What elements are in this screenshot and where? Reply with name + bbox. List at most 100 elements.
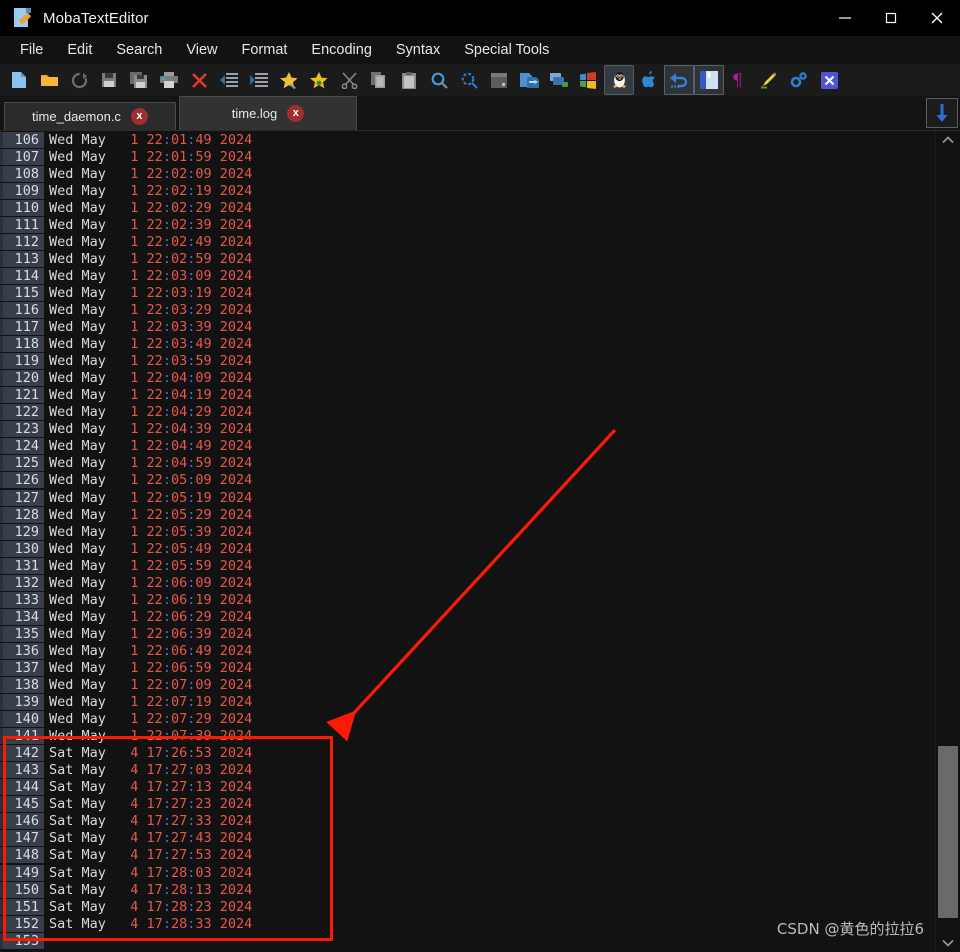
linux-icon[interactable] [604,65,634,95]
line-number: 112 [0,233,44,250]
code-line[interactable]: 139 Wed May 1 22:07:19 2024 [0,694,936,711]
bookmark-add-icon[interactable] [274,65,304,95]
vertical-scrollbar[interactable] [935,131,960,952]
code-line[interactable]: 106 Wed May 1 22:01:49 2024 [0,131,936,148]
transfer-icon[interactable] [514,65,544,95]
code-line[interactable]: 137 Wed May 1 22:06:59 2024 [0,659,936,676]
code-line[interactable]: 115 Wed May 1 22:03:19 2024 [0,284,936,301]
code-line[interactable]: 144 Sat May 4 17:27:13 2024 [0,779,936,796]
copy-icon[interactable] [364,65,394,95]
tab-close-icon[interactable]: x [287,105,305,122]
code-line[interactable]: 147 Sat May 4 17:27:43 2024 [0,830,936,847]
print-icon[interactable] [154,65,184,95]
server-icon[interactable] [484,65,514,95]
tab-time-daemon-c[interactable]: time_daemon.c x [4,102,176,130]
line-content: Wed May 1 22:06:29 2024 [49,608,253,625]
code-line[interactable]: 109 Wed May 1 22:02:19 2024 [0,182,936,199]
indent-icon[interactable] [244,65,274,95]
code-line[interactable]: 149 Sat May 4 17:28:03 2024 [0,864,936,881]
replace-icon[interactable] [454,65,484,95]
code-line[interactable]: 146 Sat May 4 17:27:33 2024 [0,813,936,830]
save-all-icon[interactable] [124,65,154,95]
code-line[interactable]: 130 Wed May 1 22:05:49 2024 [0,540,936,557]
code-line[interactable]: 113 Wed May 1 22:02:59 2024 [0,250,936,267]
code-line[interactable]: 136 Wed May 1 22:06:49 2024 [0,642,936,659]
settings-icon[interactable] [784,65,814,95]
code-line[interactable]: 120 Wed May 1 22:04:09 2024 [0,370,936,387]
code-line[interactable]: 134 Wed May 1 22:06:29 2024 [0,608,936,625]
close-icon[interactable] [914,0,960,36]
save-icon[interactable] [94,65,124,95]
menu-item-special-tools[interactable]: Special Tools [452,39,561,61]
menu-item-file[interactable]: File [8,39,55,61]
code-line[interactable]: 133 Wed May 1 22:06:19 2024 [0,591,936,608]
code-line[interactable]: 143 Sat May 4 17:27:03 2024 [0,762,936,779]
code-line[interactable]: 148 Sat May 4 17:27:53 2024 [0,847,936,864]
code-line[interactable]: 131 Wed May 1 22:05:59 2024 [0,557,936,574]
menu-item-syntax[interactable]: Syntax [384,39,452,61]
code-line[interactable]: 141 Wed May 1 22:07:39 2024 [0,728,936,745]
code-line[interactable]: 124 Wed May 1 22:04:49 2024 [0,438,936,455]
code-line[interactable]: 138 Wed May 1 22:07:09 2024 [0,677,936,694]
reload-icon[interactable] [64,65,94,95]
chevron-up-icon[interactable] [936,131,960,149]
line-content: Wed May 1 22:07:29 2024 [49,711,253,728]
code-lines[interactable]: 106 Wed May 1 22:01:49 2024 107 Wed May 1 2… [0,131,936,952]
open-folder-icon[interactable] [34,65,64,95]
code-line[interactable]: 125 Wed May 1 22:04:59 2024 [0,455,936,472]
code-line[interactable]: 111 Wed May 1 22:02:39 2024 [0,216,936,233]
new-file-icon[interactable] [4,65,34,95]
close-file-icon[interactable] [184,65,214,95]
menu-item-search[interactable]: Search [104,39,174,61]
find-icon[interactable] [424,65,454,95]
code-line[interactable]: 107 Wed May 1 22:01:59 2024 [0,148,936,165]
line-content: Wed May 1 22:03:49 2024 [49,336,253,353]
highlighter-icon[interactable] [754,65,784,95]
undo-icon[interactable] [664,65,694,95]
code-line[interactable]: 126 Wed May 1 22:05:09 2024 [0,472,936,489]
scrollbar-thumb[interactable] [938,745,958,919]
code-line[interactable]: 128 Wed May 1 22:05:29 2024 [0,506,936,523]
code-line[interactable]: 135 Wed May 1 22:06:39 2024 [0,625,936,642]
outdent-icon[interactable] [214,65,244,95]
remote-icon[interactable] [544,65,574,95]
code-line[interactable]: 112 Wed May 1 22:02:49 2024 [0,233,936,250]
exit-icon[interactable] [814,65,844,95]
code-line[interactable]: 118 Wed May 1 22:03:49 2024 [0,336,936,353]
tab-time-log[interactable]: time.log x [179,96,357,130]
tab-close-icon[interactable]: x [130,108,148,125]
code-line[interactable]: 110 Wed May 1 22:02:29 2024 [0,199,936,216]
menu-item-format[interactable]: Format [230,39,300,61]
code-line[interactable]: 117 Wed May 1 22:03:39 2024 [0,319,936,336]
windows-icon[interactable] [574,65,604,95]
bookmark-icon[interactable] [304,65,334,95]
code-line[interactable]: 151 Sat May 4 17:28:23 2024 [0,898,936,915]
apple-icon[interactable] [634,65,664,95]
menu-item-edit[interactable]: Edit [55,39,104,61]
scroll-down-icon[interactable] [926,98,958,128]
code-line[interactable]: 122 Wed May 1 22:04:29 2024 [0,404,936,421]
code-line[interactable]: 129 Wed May 1 22:05:39 2024 [0,523,936,540]
menu-item-view[interactable]: View [174,39,229,61]
panel-icon[interactable] [694,65,724,95]
code-line[interactable]: 114 Wed May 1 22:03:09 2024 [0,267,936,284]
code-line[interactable]: 150 Sat May 4 17:28:13 2024 [0,881,936,898]
maximize-icon[interactable] [868,0,914,36]
chevron-down-icon[interactable] [936,934,960,952]
code-line[interactable]: 108 Wed May 1 22:02:09 2024 [0,165,936,182]
code-line[interactable]: 123 Wed May 1 22:04:39 2024 [0,421,936,438]
code-line[interactable]: 142 Sat May 4 17:26:53 2024 [0,745,936,762]
minimize-icon[interactable] [822,0,868,36]
code-line[interactable]: 145 Sat May 4 17:27:23 2024 [0,796,936,813]
code-line[interactable]: 132 Wed May 1 22:06:09 2024 [0,574,936,591]
code-line[interactable]: 140 Wed May 1 22:07:29 2024 [0,711,936,728]
cut-icon[interactable] [334,65,364,95]
pilcrow-icon[interactable]: ¶ [724,65,754,95]
paste-icon[interactable] [394,65,424,95]
code-line[interactable]: 116 Wed May 1 22:03:29 2024 [0,301,936,318]
code-line[interactable]: 119 Wed May 1 22:03:59 2024 [0,353,936,370]
editor-area[interactable]: 106 Wed May 1 22:01:49 2024 107 Wed May 1 2… [0,131,960,952]
code-line[interactable]: 127 Wed May 1 22:05:19 2024 [0,489,936,506]
menu-item-encoding[interactable]: Encoding [299,39,383,61]
code-line[interactable]: 121 Wed May 1 22:04:19 2024 [0,387,936,404]
